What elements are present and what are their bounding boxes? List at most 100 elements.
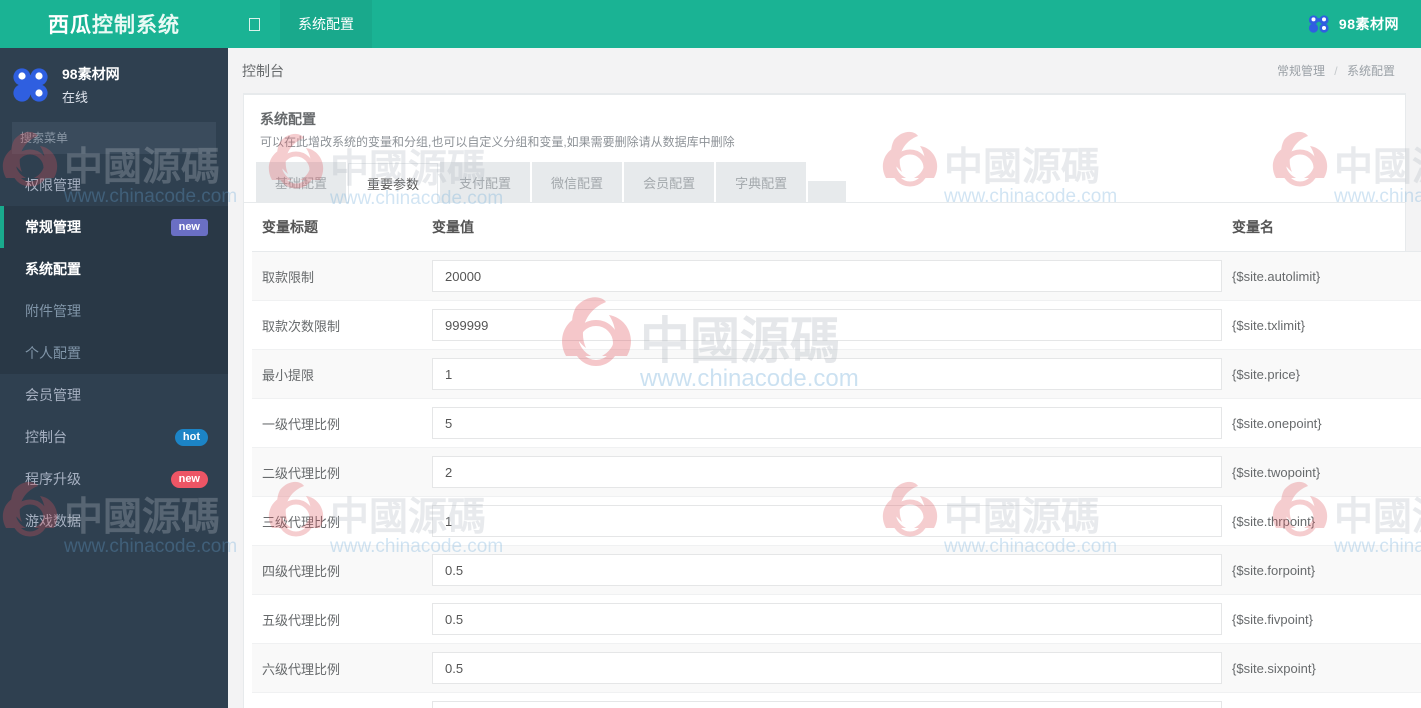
breadcrumb: 常规管理 / 系统配置	[1277, 62, 1395, 79]
row-value-cell	[432, 594, 1232, 644]
config-value-input[interactable]	[432, 505, 1222, 537]
panel-title: 系统配置	[260, 111, 316, 127]
sidebar-item-general-management[interactable]: 常规管理 new	[0, 206, 228, 248]
row-value-cell	[432, 398, 1232, 448]
sidebar: 98素材网 在线 权限管理 常规管理 new 系统配置 附件管	[0, 48, 228, 708]
table-row: 四级代理比例 {$site.forpoint}	[252, 545, 1421, 595]
sidebar-item-label: 会员管理	[25, 387, 81, 403]
table-row: 取款限制 {$site.autolimit}	[252, 251, 1421, 301]
content-area: 控制台 常规管理 / 系统配置 系统配置 可以在此增改系统的变量和分组,也可以自…	[228, 48, 1421, 708]
brand-98-icon	[1308, 15, 1330, 33]
sidebar-subitem-personal-config[interactable]: 个人配置	[0, 332, 228, 374]
row-value-cell	[432, 447, 1232, 497]
sidebar-subitem-label: 附件管理	[25, 303, 81, 319]
sidebar-subitem-attachment-management[interactable]: 附件管理	[0, 290, 228, 332]
config-value-input[interactable]	[432, 456, 1222, 488]
navbar-spacer	[372, 0, 1298, 48]
table-row: 五级代理比例 {$site.fivpoint}	[252, 594, 1421, 644]
row-varname: {$site.txlimit}	[1232, 300, 1421, 350]
sidebar-item-member-management[interactable]: 会员管理	[0, 374, 228, 416]
row-value-cell	[432, 349, 1232, 399]
config-tabs: 基础配置 重要参数 支付配置 微信配置 会员配置 字典配置	[244, 150, 1405, 203]
top-navbar: 西瓜 控制系统 系统配置 98素材网	[0, 0, 1421, 48]
row-value-cell	[432, 545, 1232, 595]
config-value-input[interactable]	[432, 701, 1222, 708]
system-config-panel: 系统配置 可以在此增改系统的变量和分组,也可以自定义分组和变量,如果需要删除请从…	[243, 93, 1421, 708]
navbar-user-name: 98素材网	[1338, 16, 1399, 32]
config-value-input[interactable]	[432, 407, 1222, 439]
sidebar-subitem-label: 个人配置	[25, 345, 81, 361]
sidebar-profile[interactable]: 98素材网 在线	[0, 48, 228, 116]
tab-payment-config[interactable]: 支付配置	[440, 162, 531, 202]
row-value-cell	[432, 643, 1232, 693]
row-varname: {$site.sixpoint}	[1232, 643, 1421, 693]
sidebar-profile-name: 98素材网	[62, 66, 120, 82]
sidebar-item-label: 常规管理	[25, 219, 81, 235]
row-varname: {$site.autolimit}	[1232, 251, 1421, 301]
navbar-user-menu[interactable]: 98素材网	[1298, 0, 1421, 48]
row-title: 六级代理比例	[252, 643, 432, 693]
sidebar-item-game-data[interactable]: 游戏数据	[0, 500, 228, 542]
config-value-input[interactable]	[432, 603, 1222, 635]
config-value-input[interactable]	[432, 554, 1222, 586]
row-varname: {$site.thrpoint}	[1232, 496, 1421, 546]
config-table-body: 取款限制 {$site.autolimit} 取款次数限制 {$site.txl…	[252, 251, 1421, 708]
config-value-input[interactable]	[432, 358, 1222, 390]
sidebar-profile-status: 在线	[62, 90, 89, 105]
table-row: 一级代理比例 {$site.onepoint}	[252, 398, 1421, 448]
table-row: 三级代理比例 {$site.thrpoint}	[252, 496, 1421, 546]
table-row: 最小提限 {$site.price}	[252, 349, 1421, 399]
app-brand: 西瓜 控制系统	[0, 0, 228, 48]
sidebar-item-console[interactable]: 控制台 hot	[0, 416, 228, 458]
brand-prefix: 西瓜	[48, 14, 92, 37]
row-varname: {$site.fivpoint}	[1232, 594, 1421, 644]
config-table: 变量标题 变量值 变量名 取款限制 {$site.autolimit} 取款次数…	[252, 203, 1421, 708]
tab-member-config[interactable]: 会员配置	[624, 162, 715, 202]
row-title: 五级代理比例	[252, 594, 432, 644]
row-varname: {$site.forpoint}	[1232, 545, 1421, 595]
panel-header: 系统配置 可以在此增改系统的变量和分组,也可以自定义分组和变量,如果需要删除请从…	[244, 95, 1405, 150]
breadcrumb-current: 系统配置	[1346, 64, 1395, 78]
col-header-title: 变量标题	[252, 203, 432, 252]
page-title: 控制台	[242, 62, 284, 79]
sidebar-search-wrap	[0, 116, 228, 164]
row-title: 二维码编号	[252, 692, 432, 708]
search-input[interactable]	[12, 122, 216, 154]
sidebar-item-permission-management[interactable]: 权限管理	[0, 164, 228, 206]
config-value-input[interactable]	[432, 260, 1222, 292]
row-title: 取款次数限制	[252, 300, 432, 350]
sidebar-subitem-label: 系统配置	[25, 261, 81, 277]
tab-dictionary-config[interactable]: 字典配置	[716, 162, 807, 202]
config-table-head: 变量标题 变量值 变量名	[252, 203, 1421, 252]
config-value-input[interactable]	[432, 309, 1222, 341]
table-row: 取款次数限制 {$site.txlimit}	[252, 300, 1421, 350]
tab-wechat-config[interactable]: 微信配置	[532, 162, 623, 202]
sidebar-submenu: 系统配置 附件管理 个人配置	[0, 248, 228, 374]
sidebar-badge-new: new	[170, 218, 208, 236]
sidebar-item-program-upgrade[interactable]: 程序升级 new	[0, 458, 228, 500]
sidebar-item-label: 权限管理	[25, 177, 81, 193]
tab-important-params[interactable]: 重要参数	[348, 163, 439, 203]
brand-suffix: 控制系统	[92, 14, 180, 37]
row-title: 四级代理比例	[252, 545, 432, 595]
breadcrumb-separator: /	[1334, 64, 1338, 78]
tab-add-config[interactable]	[808, 181, 847, 202]
sidebar-toggle-button[interactable]	[228, 0, 280, 48]
brand-98-avatar-icon	[12, 66, 50, 104]
breadcrumb-parent[interactable]: 常规管理	[1277, 64, 1325, 78]
row-varname: {$site.ewmcount}	[1232, 692, 1421, 708]
hamburger-toggle-icon	[248, 17, 260, 31]
sidebar-profile-text: 98素材网 在线	[62, 64, 120, 106]
sidebar-subitem-system-config[interactable]: 系统配置	[0, 248, 228, 290]
nav-tab-system-config[interactable]: 系统配置	[280, 0, 372, 48]
sidebar-badge-hot: hot	[174, 428, 208, 446]
tab-basic-config[interactable]: 基础配置	[256, 162, 347, 202]
config-table-wrap: 变量标题 变量值 变量名 取款限制 {$site.autolimit} 取款次数…	[244, 203, 1421, 708]
sidebar-item-label: 程序升级	[25, 471, 81, 487]
col-header-value: 变量值	[432, 203, 1232, 252]
row-title: 一级代理比例	[252, 398, 432, 448]
sidebar-menu: 权限管理 常规管理 new 系统配置 附件管理 个人配置 会员管理 控制台 ho…	[0, 164, 228, 542]
row-varname: {$site.twopoint}	[1232, 447, 1421, 497]
config-value-input[interactable]	[432, 652, 1222, 684]
table-row: 二级代理比例 {$site.twopoint}	[252, 447, 1421, 497]
